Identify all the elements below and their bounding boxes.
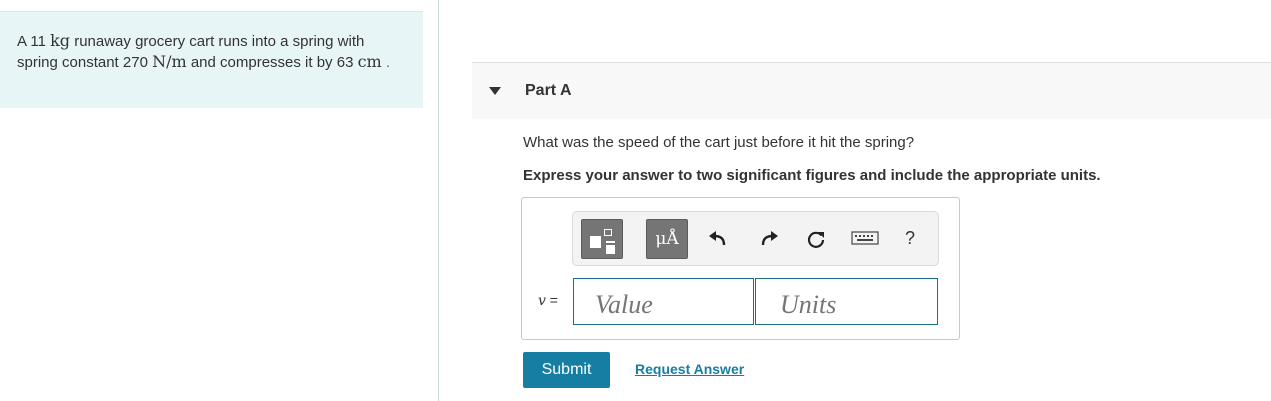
units-button[interactable]: μÅ bbox=[646, 219, 688, 259]
problem-text-3: and compresses it by 63 bbox=[186, 54, 358, 71]
math-toolbar: μÅ ? bbox=[572, 211, 939, 266]
spring-constant-unit: N/m bbox=[152, 52, 187, 71]
instruction-text: Express your answer to two significant f… bbox=[523, 167, 1101, 184]
keyboard-icon[interactable] bbox=[851, 230, 879, 252]
units-icon: μÅ bbox=[655, 229, 679, 249]
help-icon[interactable]: ? bbox=[900, 228, 920, 250]
variable-label: v = bbox=[538, 292, 558, 309]
undo-icon[interactable] bbox=[708, 230, 730, 252]
caret-down-icon[interactable] bbox=[489, 87, 501, 95]
redo-icon[interactable] bbox=[759, 230, 781, 252]
request-answer-link[interactable]: Request Answer bbox=[635, 361, 744, 377]
mass-unit: kg bbox=[50, 31, 71, 50]
equals-sign: = bbox=[545, 292, 558, 308]
distance-unit: cm bbox=[357, 52, 382, 71]
templates-button[interactable] bbox=[581, 219, 623, 259]
answer-box: μÅ ? v = Value Units bbox=[521, 197, 960, 340]
problem-text-4: . bbox=[381, 54, 391, 71]
problem-statement: A 11 kg runaway grocery cart runs into a… bbox=[0, 11, 423, 108]
submit-button[interactable]: Submit bbox=[523, 352, 610, 388]
column-divider bbox=[438, 0, 439, 401]
question-text: What was the speed of the cart just befo… bbox=[523, 134, 915, 151]
units-input[interactable] bbox=[755, 278, 938, 325]
variable-symbol: v bbox=[538, 293, 546, 309]
reset-icon[interactable] bbox=[806, 230, 828, 252]
part-header[interactable]: Part A bbox=[472, 62, 1271, 119]
value-input[interactable] bbox=[573, 278, 754, 325]
problem-text-1: A 11 bbox=[17, 33, 51, 50]
part-title: Part A bbox=[525, 82, 572, 99]
